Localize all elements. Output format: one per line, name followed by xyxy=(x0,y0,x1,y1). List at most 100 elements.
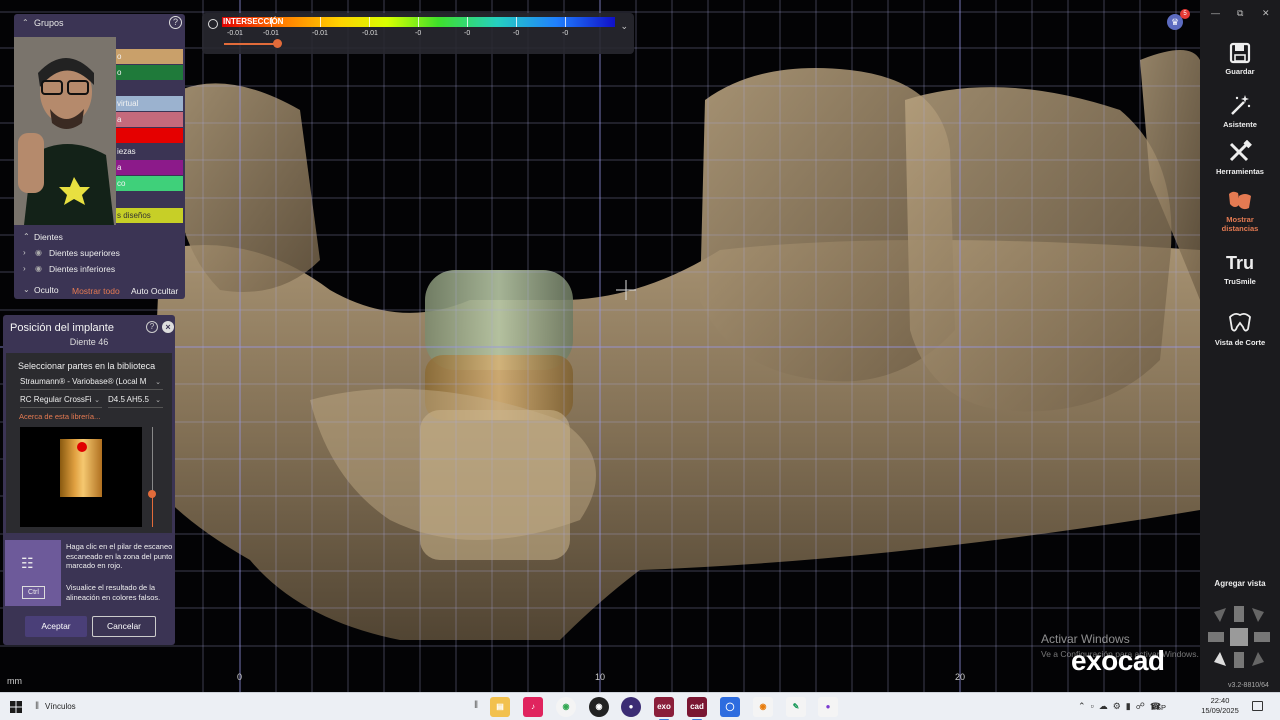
groups-panel: ⌃ Grupos ? o o virtual a iezas a co s di… xyxy=(14,14,185,299)
cut-view-button[interactable]: Vista de Corte xyxy=(1200,311,1280,347)
intersection-value: -0 xyxy=(464,30,471,37)
minimize-icon[interactable]: — xyxy=(1211,8,1220,18)
cancel-button[interactable]: Cancelar xyxy=(92,616,156,637)
intersection-value: -0.01 xyxy=(362,30,378,37)
eye-icon[interactable]: ◉ xyxy=(35,264,42,273)
connection-select[interactable]: RC Regular CrossFi ⌄ xyxy=(20,395,102,408)
group-label: a xyxy=(117,163,122,172)
intersection-slider-handle[interactable] xyxy=(273,39,282,48)
teeth-section[interactable]: ⌃ Dientes xyxy=(14,230,185,245)
windows-activation-title: Activar Windows xyxy=(1041,632,1130,646)
implant-position-panel: Posición del implante ? × Diente 46 Sele… xyxy=(3,315,175,645)
clock[interactable]: 22:40 15/09/2025 xyxy=(1198,696,1242,716)
tools-icon xyxy=(1229,140,1252,162)
implant-slider-handle[interactable] xyxy=(148,490,156,498)
intersection-value: -0.01 xyxy=(263,30,279,37)
chevron-right-icon[interactable]: › xyxy=(23,264,26,273)
help-icon[interactable]: ? xyxy=(146,321,158,333)
groups-header[interactable]: ⌃ Grupos ? xyxy=(14,14,185,32)
intersection-panel: INTERSECCIÓN -0.01 -0.01 -0.01 -0.01 -0 … xyxy=(202,13,634,54)
instruction-text: Haga clic en el pilar de escaneo escanea… xyxy=(66,542,173,570)
show-distances-button[interactable]: Mostrar distancias xyxy=(1200,188,1280,233)
chevron-up-icon: ⌃ xyxy=(23,232,30,241)
accept-button[interactable]: Aceptar xyxy=(25,616,87,637)
chevron-down-icon: ⌄ xyxy=(155,397,161,404)
links-toolbar[interactable]: Vínculos xyxy=(45,702,76,711)
show-distances-line-1: Mostrar xyxy=(1226,215,1254,224)
windows-start-icon[interactable] xyxy=(10,701,22,713)
intersection-value: -0 xyxy=(415,30,422,37)
tiktok-icon[interactable]: ♪ xyxy=(523,697,543,717)
pen-app-icon[interactable]: ✎ xyxy=(786,697,806,717)
show-distances-line-2: distancias xyxy=(1221,224,1259,233)
assistant-button[interactable]: Asistente xyxy=(1200,93,1280,129)
tools-button[interactable]: Herramientas xyxy=(1200,140,1280,176)
remote-app-icon[interactable]: ◯ xyxy=(720,697,740,717)
add-view-button[interactable]: Agregar vista xyxy=(1200,579,1280,588)
trusmile-button[interactable]: Tru TruSmile xyxy=(1200,252,1280,286)
cut-view-label: Vista de Corte xyxy=(1214,338,1266,347)
intersection-slider-track[interactable] xyxy=(224,43,280,45)
close-icon[interactable]: × xyxy=(162,321,174,333)
group-label: co xyxy=(117,179,126,188)
maps-icon[interactable]: ● xyxy=(818,697,838,717)
close-window-icon[interactable]: ✕ xyxy=(1262,8,1270,19)
time: 22:40 xyxy=(1210,696,1230,705)
group-label: a xyxy=(117,115,122,124)
panel-title: Posición del implante xyxy=(10,322,114,334)
obs-icon[interactable]: ◉ xyxy=(589,697,609,717)
help-icon[interactable]: ? xyxy=(169,16,182,29)
trusmile-icon: Tru xyxy=(1225,253,1254,273)
system-tray[interactable]: ⌃ ▫ ☁ ⚙ ▮ ☍ ☎ xyxy=(1078,701,1161,712)
right-toolbar: — ⧉ ✕ Guardar Asistente Herramientas Mos… xyxy=(1200,0,1280,692)
eye-icon[interactable]: ◉ xyxy=(35,248,42,257)
chrome-icon[interactable]: ◉ xyxy=(556,697,576,717)
distance-icon xyxy=(1229,191,1251,210)
intersection-value: -0.01 xyxy=(312,30,328,37)
assistant-label: Asistente xyxy=(1223,120,1257,129)
file-explorer-icon[interactable]: ▤ xyxy=(490,697,510,717)
axis-label-0: 0 xyxy=(237,672,243,682)
tooth-number: Diente 46 xyxy=(69,337,109,347)
intersection-value: -0.01 xyxy=(227,30,243,37)
date: 15/09/2025 xyxy=(1201,706,1239,715)
chevron-down-icon: ⌄ xyxy=(155,379,161,386)
about-library-link[interactable]: Acerca de esta librería... xyxy=(19,412,100,421)
connection-select-value: RC Regular CrossFi xyxy=(20,395,92,404)
library-select[interactable]: Straumann® - Variobase® (Local M ⌄ xyxy=(20,377,163,390)
view-navigation-icon[interactable] xyxy=(1206,604,1276,672)
lower-teeth-item[interactable]: › ◉ Dientes inferiores xyxy=(14,262,185,277)
instruction-text: Visualice el resultado de la alineación … xyxy=(66,583,161,602)
auto-hide-link[interactable]: Auto Ocultar xyxy=(131,286,178,296)
tooth-section-icon xyxy=(1229,312,1251,332)
show-distances-label: Mostrar distancias xyxy=(1200,215,1280,233)
group-color-swatch xyxy=(109,128,183,143)
exocad-taskbar-icon[interactable]: exo xyxy=(654,697,674,720)
app-icon[interactable]: ● xyxy=(621,697,641,717)
group-label: o xyxy=(117,52,122,61)
chevron-up-icon[interactable]: ⌃ xyxy=(22,18,29,27)
save-label: Guardar xyxy=(1225,67,1255,76)
tools-label: Herramientas xyxy=(1216,167,1264,176)
blender-icon[interactable]: ◉ xyxy=(753,697,773,717)
version-label: v3.2-8810/64 xyxy=(1228,682,1269,689)
implant-slider-fill xyxy=(152,494,153,527)
webcam-overlay xyxy=(14,37,116,225)
gauge-icon[interactable] xyxy=(208,19,218,29)
size-select[interactable]: D4.5 AH5.5 ⌄ xyxy=(108,395,163,408)
lower-teeth-label: Dientes inferiores xyxy=(49,264,116,274)
teeth-section-label: Dientes xyxy=(34,232,63,242)
chevron-right-icon[interactable]: › xyxy=(23,248,26,257)
chevron-down-icon[interactable]: ⌄ xyxy=(620,21,628,32)
show-all-link[interactable]: Mostrar todo xyxy=(72,286,120,296)
groups-title: Grupos xyxy=(34,18,64,28)
save-button[interactable]: Guardar xyxy=(1200,42,1280,76)
exocad-window: 0 10 20 mm INTERSECCIÓN -0.01 -0.01 -0.0… xyxy=(0,0,1280,720)
upper-teeth-item[interactable]: › ◉ Dientes superiores xyxy=(14,246,185,261)
implant-preview xyxy=(20,427,142,527)
language-indicator[interactable]: ESP xyxy=(1151,703,1166,712)
dentalcad-taskbar-icon[interactable]: cad xyxy=(687,697,707,720)
intersection-title: INTERSECCIÓN xyxy=(223,17,284,26)
notification-center-icon[interactable] xyxy=(1252,701,1263,711)
restore-icon[interactable]: ⧉ xyxy=(1237,8,1243,19)
